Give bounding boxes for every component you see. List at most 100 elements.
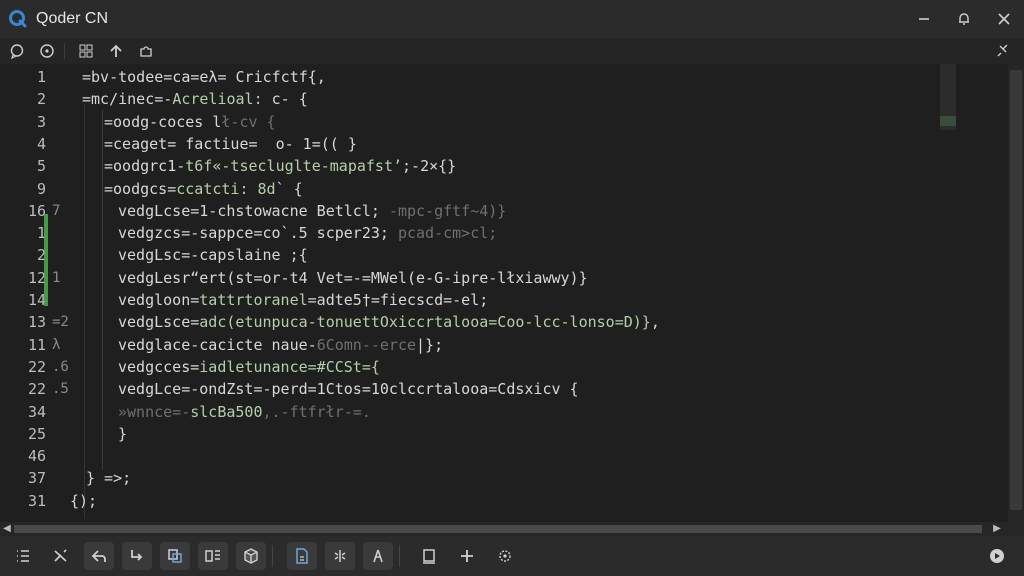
line-number: 1 <box>36 68 46 86</box>
app-logo-icon <box>8 9 28 29</box>
line-number: 2 <box>36 90 46 109</box>
line-number: 22 <box>27 380 46 399</box>
compare-icon[interactable] <box>198 542 228 570</box>
code-token: adc(etunpuca-tonuettOxiccrtalooa=Coo-lcc… <box>199 313 651 332</box>
back-icon[interactable] <box>84 542 114 570</box>
code-line[interactable]: =oodg-coces lł-cv { <box>104 111 276 133</box>
line-number: 14 <box>27 291 46 309</box>
code-token: vedgLcse=1-chstowacne Betlcl; <box>118 201 389 220</box>
code-line[interactable]: vedgLsce=adc(etunpuca-tonuettOxiccrtaloo… <box>118 311 660 333</box>
code-line[interactable]: vedgcces=iadletunance=#CCSt={ <box>118 356 380 378</box>
code-line[interactable]: vedgLsc=-capslaine ;{ <box>118 244 308 266</box>
copy-icon[interactable] <box>160 542 190 570</box>
upload-icon[interactable] <box>103 40 129 62</box>
code-line[interactable]: } <box>118 423 127 445</box>
line-marker: 7 <box>52 202 61 219</box>
grid-icon[interactable] <box>73 40 99 62</box>
code-token: ł-cv { <box>221 112 276 131</box>
pin-icon[interactable] <box>990 40 1016 62</box>
code-line[interactable]: =ceaget= factiue= o- 1=(( } <box>104 133 357 155</box>
code-line[interactable]: vedgzcs=-sappce=co`.5 scper23; pcad-cm>c… <box>118 222 497 244</box>
code-token: vedgloon= <box>118 291 200 309</box>
extension-icon[interactable] <box>133 40 159 62</box>
settings-icon[interactable] <box>490 542 520 570</box>
code-token: vedgLesr“ert(st=or-t4 Vet=-=MWel(e-G-ipr… <box>118 268 588 287</box>
line-number: 2 <box>36 246 46 265</box>
minimize-icon[interactable] <box>904 0 944 38</box>
bottom-toolbar <box>0 536 1024 576</box>
code-line[interactable]: vedgLesr“ert(st=or-t4 Vet=-=MWel(e-G-ipr… <box>118 267 588 289</box>
bell-icon[interactable] <box>944 0 984 38</box>
vertical-scroll-thumb[interactable] <box>1010 70 1022 510</box>
code-token: } <box>118 424 128 443</box>
code-token: =adte5†=fiecscd=-el; <box>307 291 489 309</box>
code-line[interactable]: vedgLcse=1-chstowacne Betlcl; -mpc-gftf~… <box>118 200 506 222</box>
line-number: 12 <box>27 268 46 287</box>
redo-icon[interactable] <box>122 542 152 570</box>
line-marker: .6 <box>52 358 69 375</box>
code-token: tattrtoranel <box>199 291 308 309</box>
comment-icon[interactable] <box>4 40 30 62</box>
code-token: 6Comn--erce <box>316 335 417 354</box>
document-icon[interactable] <box>287 542 317 570</box>
list-icon[interactable] <box>8 542 38 570</box>
line-marker: λ <box>52 336 61 353</box>
scroll-left-icon[interactable]: ◀ <box>0 522 14 536</box>
code-line[interactable]: vedgLce=-ondZst=-perd=1Ctos=10clccrtaloo… <box>118 378 579 400</box>
circle-play-icon[interactable] <box>982 542 1012 570</box>
code-line[interactable]: } =>; <box>86 467 131 489</box>
code-token: ,.-ftfrłr-=. <box>262 402 371 421</box>
code-token: vedglace-cacicte naue- <box>118 335 317 354</box>
line-number: 1 <box>36 224 46 243</box>
app-title: Qoder CN <box>36 10 109 27</box>
code-token: vedgLce=-ondZst=-perd=1Ctos=10clccrtaloo… <box>118 380 579 399</box>
code-token: } =>; <box>86 469 132 488</box>
line-number: 13 <box>27 313 46 332</box>
code-line[interactable]: vedglace-cacicte naue-6Comn--erce|}; <box>118 334 443 356</box>
line-number: 16 <box>27 201 46 220</box>
code-line[interactable]: »wnnce=-slcBa500,.-ftfrłr-=. <box>118 401 371 423</box>
line-number: 9 <box>36 179 46 198</box>
close-icon[interactable] <box>984 0 1024 38</box>
cube-icon[interactable] <box>236 542 266 570</box>
line-number: 3 <box>36 112 46 131</box>
minimap-change-marker <box>940 116 956 126</box>
code-line[interactable]: =bv-todee=ca=eλ= Cricfctf{, <box>82 66 326 88</box>
horizontal-scroll-thumb[interactable] <box>14 525 982 533</box>
code-token: iadletunance=#CCSt={ <box>199 357 380 376</box>
scissors-icon[interactable] <box>46 542 76 570</box>
code-line[interactable]: {); <box>70 490 97 512</box>
line-number: 25 <box>27 424 46 443</box>
bug-icon[interactable] <box>325 542 355 570</box>
code-token: ccatcti: 8d <box>176 179 276 198</box>
code-line[interactable]: =mc/inec=-Acrelioal: c- { <box>82 88 308 110</box>
scroll-right-icon[interactable]: ▶ <box>990 522 1004 536</box>
person-icon[interactable] <box>363 542 393 570</box>
plus-icon[interactable] <box>452 542 482 570</box>
code-token: vedgzcs=-sappce=co`.5 scper23; <box>118 224 398 243</box>
code-token: Acrelioal: <box>172 90 263 109</box>
line-number: 46 <box>27 447 46 466</box>
indent-guide <box>84 104 85 519</box>
line-marker: 1 <box>52 269 61 286</box>
code-token: |}; <box>416 335 444 354</box>
code-editor[interactable]: 1 2 3 4 5 9 16 7 1 2 12 1 14 13 =2 11 λ 22.6 22.5 34 25 46 37 3… <box>0 64 1008 522</box>
line-number: 37 <box>27 469 46 488</box>
code-token: =ceaget= factiue= o- 1=(( } <box>104 134 357 153</box>
indent-guide <box>102 110 103 470</box>
line-number: 5 <box>36 157 46 176</box>
code-line[interactable]: vedgloon=tattrtoranel=adte5†=fiecscd=-el… <box>118 289 488 311</box>
code-token: »wnnce=- <box>118 402 191 421</box>
square-icon[interactable] <box>414 542 444 570</box>
record-icon[interactable] <box>34 40 60 62</box>
line-number: 34 <box>27 402 46 421</box>
code-line[interactable]: =oodgcs=ccatcti: 8d` { <box>104 178 303 200</box>
code-token: t6f«-tsecluglte-mapafst’ <box>185 157 403 176</box>
git-change-marker <box>44 214 48 306</box>
code-token: vedgLsc=-capslaine <box>118 246 290 265</box>
code-token: =oodgcs= <box>104 179 177 198</box>
code-token: pcad-cm>cl; <box>397 224 498 243</box>
code-line[interactable]: =oodgrc1-t6f«-tsecluglte-mapafst’;-2×{} <box>104 155 456 177</box>
line-marker: .5 <box>52 381 69 398</box>
title-bar: Qoder CN <box>0 0 1024 38</box>
